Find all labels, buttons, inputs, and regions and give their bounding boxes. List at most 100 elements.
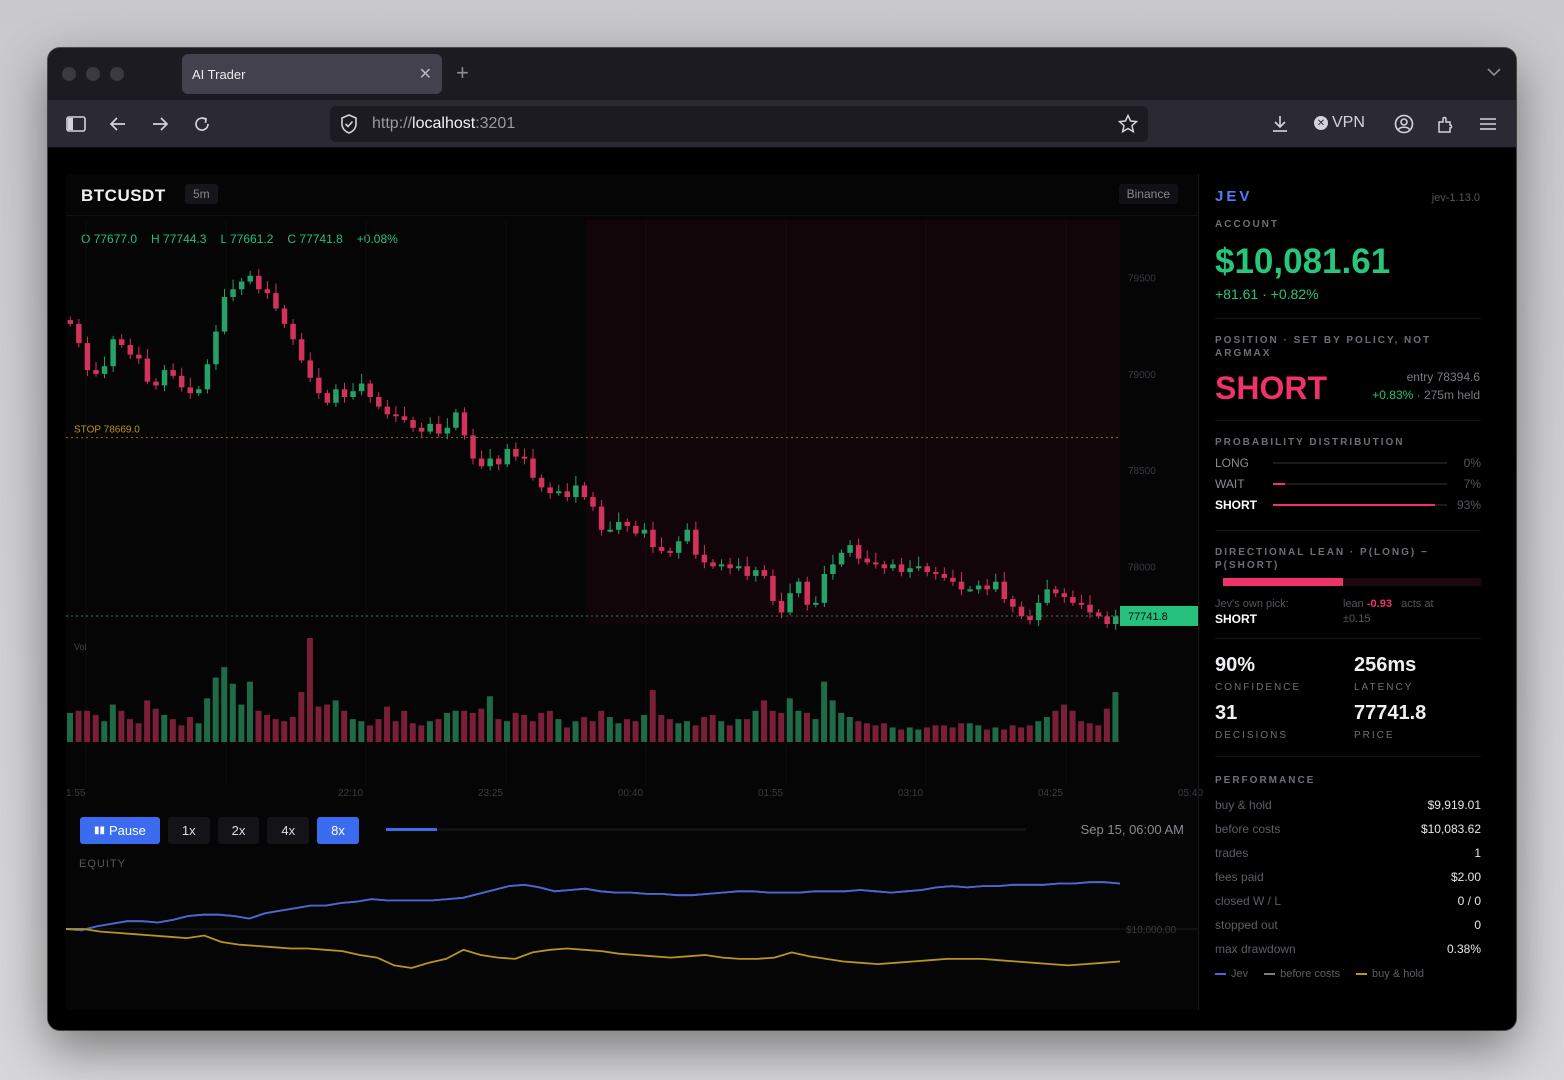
candle-body: [675, 541, 682, 553]
browser-tab[interactable]: AI Trader ✕: [182, 54, 442, 94]
perf-row: max drawdown 0.38%: [1215, 942, 1481, 956]
volume-bar: [898, 729, 905, 742]
volume-bar: [152, 708, 159, 742]
volume-bar: [615, 723, 622, 742]
candle-body: [633, 525, 639, 534]
close-window-button[interactable]: [62, 67, 76, 81]
speed-2x-button[interactable]: 2x: [217, 816, 260, 844]
account-icon[interactable]: [1392, 112, 1416, 136]
perf-value: $2.00: [1450, 870, 1481, 884]
volume-bar: [358, 721, 365, 742]
url-host: localhost: [412, 115, 476, 132]
volume-bar: [178, 725, 185, 742]
volume-bar: [975, 725, 982, 742]
volume-bar: [752, 710, 759, 742]
candle-body: [358, 383, 365, 392]
volume-label: Vol: [74, 642, 87, 652]
volume-bar: [589, 721, 596, 742]
candle-body: [230, 289, 236, 297]
lean-readout: lean -0.93 acts at: [1343, 598, 1434, 610]
close-tab-icon[interactable]: ✕: [419, 64, 432, 84]
menu-icon[interactable]: [1476, 112, 1500, 136]
volume-bar: [324, 704, 331, 742]
volume-bar: [118, 710, 125, 742]
vpn-button[interactable]: ✕ VPN: [1314, 114, 1365, 132]
reload-icon[interactable]: [190, 112, 214, 136]
candle-body: [564, 491, 571, 498]
nav-toolbar: http://localhost:3201 ✕ VPN: [48, 100, 1516, 148]
candle-body: [444, 427, 451, 434]
volume-bar: [1061, 704, 1068, 742]
volume-bar: [683, 721, 690, 742]
entry-pct: +0.83%: [1372, 388, 1414, 402]
volume-bars: [67, 638, 1119, 742]
candle-body: [393, 414, 399, 417]
volume-bar: [435, 719, 442, 742]
confidence-value: 90%: [1215, 654, 1256, 676]
volume-bar: [444, 712, 451, 742]
lean-number: -0.93: [1366, 598, 1392, 610]
speed-1x-button[interactable]: 1x: [167, 816, 210, 844]
volume-bar: [786, 698, 793, 742]
candle-body: [650, 529, 656, 548]
candle-body: [735, 566, 742, 569]
browser-window: AI Trader ✕ + http://localhost:3201 ✕ VP…: [48, 48, 1516, 1030]
position-region: [586, 220, 1120, 624]
latency-label: LATENCY: [1354, 682, 1414, 693]
volume-bar: [426, 721, 433, 742]
candle-body: [101, 366, 108, 374]
replay-progress[interactable]: [386, 828, 1026, 831]
new-tab-icon[interactable]: +: [456, 62, 469, 84]
prob-bar: [1273, 483, 1447, 485]
price-axis: 79500 79000 78500 78000: [1128, 274, 1156, 574]
price-label: PRICE: [1354, 730, 1395, 741]
star-icon[interactable]: [1117, 113, 1139, 134]
volume-bar: [144, 700, 151, 742]
candle-body: [264, 289, 271, 294]
volume-bar: [803, 712, 810, 742]
pause-button[interactable]: ▮▮ Pause: [80, 816, 160, 844]
volume-bar: [932, 725, 939, 742]
candle-body: [718, 564, 725, 567]
legend-label: before costs: [1280, 968, 1341, 980]
perf-value: 0.38%: [1446, 942, 1481, 956]
time-tick-label: 01:55: [758, 788, 783, 799]
perf-value: $9,919.01: [1427, 798, 1481, 812]
speed-4x-button[interactable]: 4x: [267, 816, 310, 844]
time-tick-label: 03:10: [898, 788, 923, 799]
volume-bar: [67, 712, 73, 742]
volume-bar: [872, 725, 879, 742]
url-bar[interactable]: http://localhost:3201: [330, 106, 1148, 142]
account-balance: $10,081.61: [1215, 242, 1391, 281]
candle-body: [324, 393, 331, 403]
download-icon[interactable]: [1268, 112, 1292, 136]
candle-body: [667, 550, 673, 553]
volume-bar: [649, 690, 656, 742]
extensions-icon[interactable]: [1434, 112, 1458, 136]
volume-bar: [306, 638, 313, 742]
candle-body: [907, 568, 913, 573]
perf-key: closed W / L: [1215, 894, 1282, 908]
maximize-window-button[interactable]: [110, 67, 124, 81]
candle-body: [693, 529, 699, 555]
candle-body: [453, 412, 459, 428]
speed-8x-button[interactable]: 8x: [317, 816, 359, 844]
volume-bar: [735, 719, 742, 742]
candle-body: [855, 545, 862, 559]
candle-body: [187, 387, 193, 394]
tab-list-chevron-icon[interactable]: [1486, 64, 1502, 80]
equity-line-jev: [65, 881, 1121, 932]
decisions-label: DECISIONS: [1215, 730, 1289, 741]
sidebar-icon[interactable]: [64, 112, 88, 136]
url-text: http://localhost:3201: [372, 115, 515, 133]
entry-price: entry 78394.6: [1406, 370, 1480, 384]
shield-icon[interactable]: [340, 114, 358, 134]
candle-body: [84, 343, 91, 371]
forward-icon[interactable]: [148, 112, 172, 136]
back-icon[interactable]: [106, 112, 130, 136]
minimize-window-button[interactable]: [86, 67, 100, 81]
prob-row-wait: WAIT 7%: [1215, 475, 1481, 493]
performance-label: PERFORMANCE: [1215, 775, 1316, 786]
candle-body: [118, 339, 125, 346]
price-chart[interactable]: STOP 78669.0 77741.8 79500 79000 78500 7800…: [65, 174, 1203, 1010]
